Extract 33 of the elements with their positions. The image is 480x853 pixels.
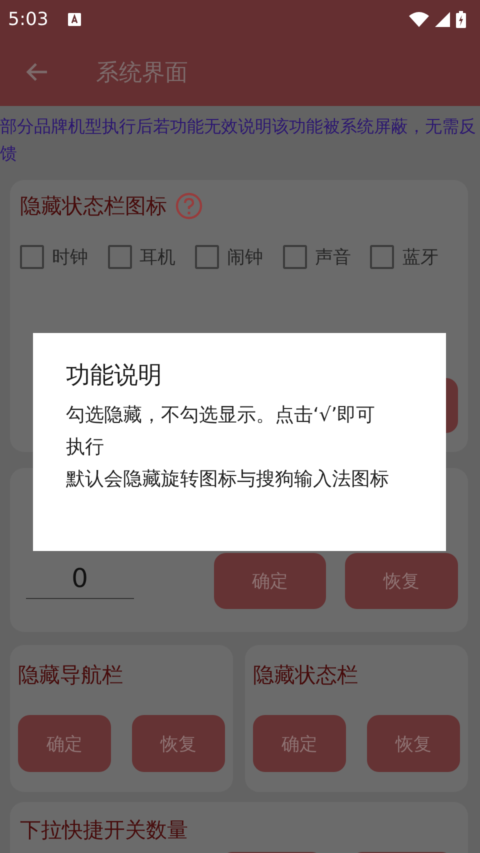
- checkbox-label: 闹钟: [226, 246, 264, 269]
- wifi-icon: [409, 11, 429, 27]
- status-time: 5:03: [8, 8, 48, 30]
- dialog-text: 勾选隐藏，不勾选显示。点击‘√’即可执行: [66, 403, 376, 460]
- checkbox[interactable]: [282, 245, 307, 269]
- notice-text: 部分品牌机型执行后若功能无效说明该功能被系统屏蔽，无需反馈: [0, 116, 477, 166]
- action-button[interactable]: 恢复: [132, 715, 225, 772]
- checkbox-label: 声音: [314, 246, 351, 269]
- checkbox[interactable]: [195, 245, 220, 269]
- keyboard-notification-icon: [68, 12, 82, 26]
- action-button[interactable]: 恢复: [367, 715, 460, 772]
- dialog-text: 默认会隐藏旋转图标与搜狗输入法图标: [66, 467, 390, 492]
- page-title: 系统界面: [96, 58, 188, 88]
- checkbox-label: 耳机: [138, 246, 176, 269]
- battery-icon: [456, 10, 466, 28]
- action-button[interactable]: 确定: [253, 715, 346, 772]
- checkbox[interactable]: [370, 245, 394, 269]
- card-title: 隐藏状态栏图标: [20, 193, 167, 220]
- action-button[interactable]: 确定: [214, 553, 326, 609]
- help-icon[interactable]: [175, 192, 203, 220]
- signal-icon: [435, 12, 450, 26]
- action-button[interactable]: 确定: [18, 715, 111, 772]
- card-title: 隐藏状态栏: [253, 662, 359, 689]
- back-arrow-icon[interactable]: [25, 62, 49, 82]
- checkbox[interactable]: [108, 245, 132, 269]
- action-button[interactable]: 恢复: [345, 553, 458, 609]
- checkbox-label: 蓝牙: [401, 246, 438, 269]
- dialog-title: 功能说明: [66, 360, 163, 391]
- card-title: 下拉快捷开关数量: [20, 817, 189, 844]
- checkbox[interactable]: [20, 245, 44, 269]
- checkbox-label: 时钟: [51, 246, 88, 269]
- card-title: 隐藏导航栏: [18, 662, 124, 689]
- number-input-field[interactable]: 0: [26, 564, 134, 598]
